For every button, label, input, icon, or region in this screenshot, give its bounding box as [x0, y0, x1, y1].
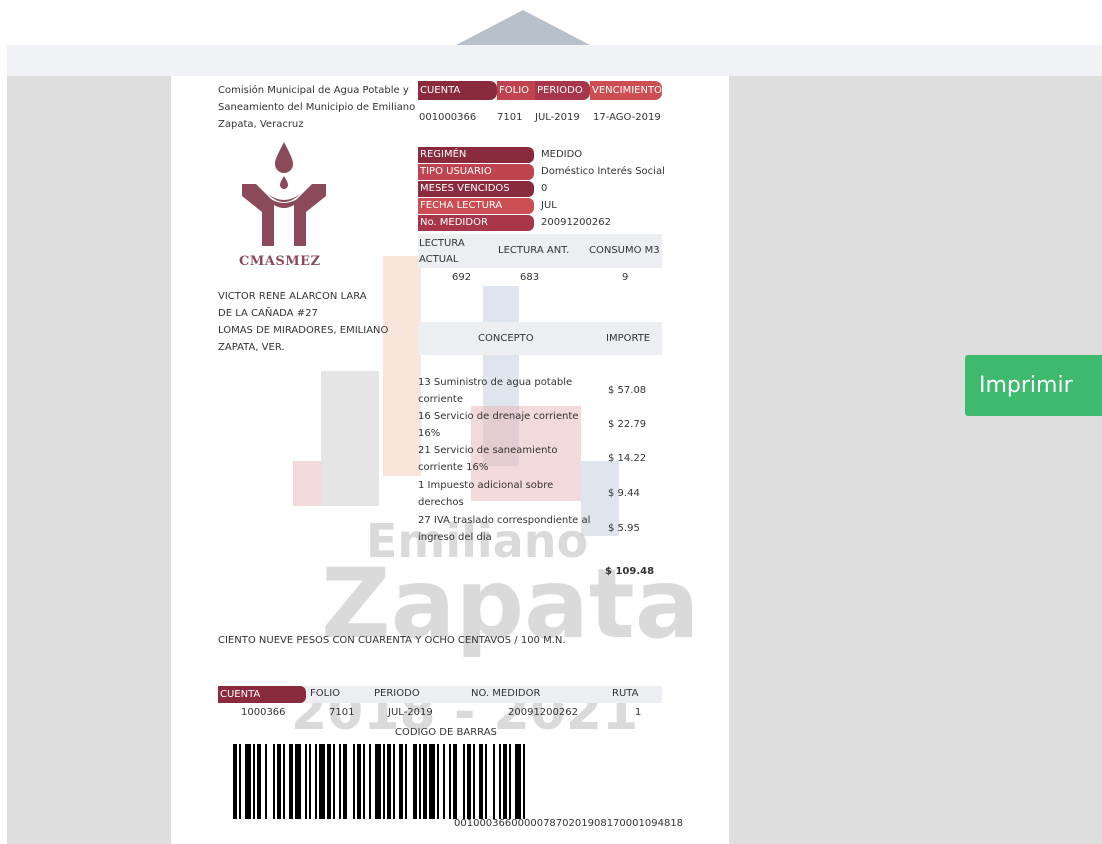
charge-concept: 16 Servicio de drenaje corriente 16% — [418, 411, 579, 439]
value-no-medidor: 20091200262 — [541, 217, 611, 228]
cmasmez-logo-icon — [242, 142, 326, 246]
water-bill-receipt: Emiliano Zapata 2018 - 2021 Comisión Mun… — [171, 76, 729, 844]
org-name: Comisión Municipal de Agua Potable y San… — [218, 85, 416, 130]
label-no-medidor: No. MEDIDOR — [418, 215, 534, 231]
label-meses-vencidos: MESES VENCIDOS — [418, 181, 534, 197]
customer-city: LOMAS DE MIRADORES, EMILIANO ZAPATA, VER… — [218, 325, 389, 353]
watermark-shape-peach — [383, 256, 421, 476]
header-folio: FOLIO — [497, 81, 535, 100]
stub-header-medidor: NO. MEDIDOR — [471, 688, 541, 699]
header-periodo: PERIODO — [535, 81, 590, 100]
value-meses-vencidos: 0 — [541, 183, 548, 194]
watermark-building — [321, 371, 379, 506]
value-vencimiento: 17-AGO-2019 — [593, 112, 661, 123]
customer-name: VICTOR RENE ALARCON LARA — [218, 291, 367, 302]
charge-amount: $ 9.44 — [608, 488, 640, 499]
charge-amount: $ 14.22 — [608, 453, 647, 464]
charge-concept: 21 Servicio de saneamiento corriente 16% — [418, 445, 558, 473]
stub-header-periodo: PERIODO — [374, 688, 420, 699]
value-regimen: MEDIDO — [541, 149, 583, 160]
watermark-building-red — [293, 461, 321, 506]
stub-value-cuenta: 1000366 — [241, 707, 286, 718]
print-button[interactable]: Imprimir — [965, 355, 1102, 416]
charges-header-importe: IMPORTE — [606, 333, 651, 344]
charge-concept: 13 Suministro de agua potable corriente — [418, 377, 573, 405]
value-fecha-lectura: JUL — [541, 200, 557, 211]
header-cuenta: CUENTA — [418, 81, 497, 100]
logo-text: CMASMEZ — [239, 254, 321, 269]
barcode-label: CODIGO DE BARRAS — [395, 727, 497, 738]
stub-header-cuenta: CUENTA — [218, 686, 306, 703]
value-cuenta: 001000366 — [419, 112, 477, 123]
barcode-number: 0010003660000078702019081700010948​18 — [454, 818, 684, 829]
readings-header-anterior: LECTURA ANT. — [498, 245, 570, 256]
charge-amount: $ 5.95 — [608, 523, 640, 534]
value-tipo-usuario: Doméstico Interés Social — [541, 166, 665, 177]
stub-header-folio: FOLIO — [310, 688, 341, 699]
label-regimen: REGIMÉN — [418, 147, 534, 163]
label-fecha-lectura: FECHA LECTURA — [418, 198, 534, 214]
scroll-top-arrow-icon[interactable] — [456, 10, 590, 45]
label-tipo-usuario: TIPO USUARIO — [418, 164, 534, 180]
readings-header-consumo: CONSUMO M3 — [589, 245, 660, 256]
charge-amount: $ 57.08 — [608, 385, 647, 396]
barcode-image — [233, 744, 661, 819]
reading-consumo: 9 — [622, 272, 629, 283]
customer-street: DE LA CAÑADA #27 — [218, 308, 318, 319]
stub-header-ruta: RUTA — [612, 688, 639, 699]
charges-total: $ 109.48 — [605, 566, 655, 577]
stub-value-medidor: 20091200262 — [508, 707, 578, 718]
charges-header-concepto: CONCEPTO — [478, 333, 534, 344]
header-vencimiento: VENCIMIENTO — [590, 81, 662, 100]
reading-anterior: 683 — [520, 272, 540, 283]
reading-actual: 692 — [452, 272, 472, 283]
charge-concept: 1 Impuesto adicional sobre derechos — [418, 480, 554, 508]
value-folio: 7101 — [497, 112, 523, 123]
value-periodo: JUL-2019 — [535, 112, 580, 123]
stub-value-folio: 7101 — [329, 707, 355, 718]
charge-concept: 27 IVA traslado correspondiente al ingre… — [418, 515, 591, 543]
charge-amount: $ 22.79 — [608, 419, 647, 430]
stub-value-ruta: 1 — [635, 707, 642, 718]
page-header-band — [7, 45, 1102, 76]
readings-header-actual: LECTURA ACTUAL — [419, 238, 465, 265]
amount-in-words: CIENTO NUEVE PESOS CON CUARENTA Y OCHO C… — [218, 635, 566, 646]
stub-value-periodo: JUL-2019 — [388, 707, 433, 718]
